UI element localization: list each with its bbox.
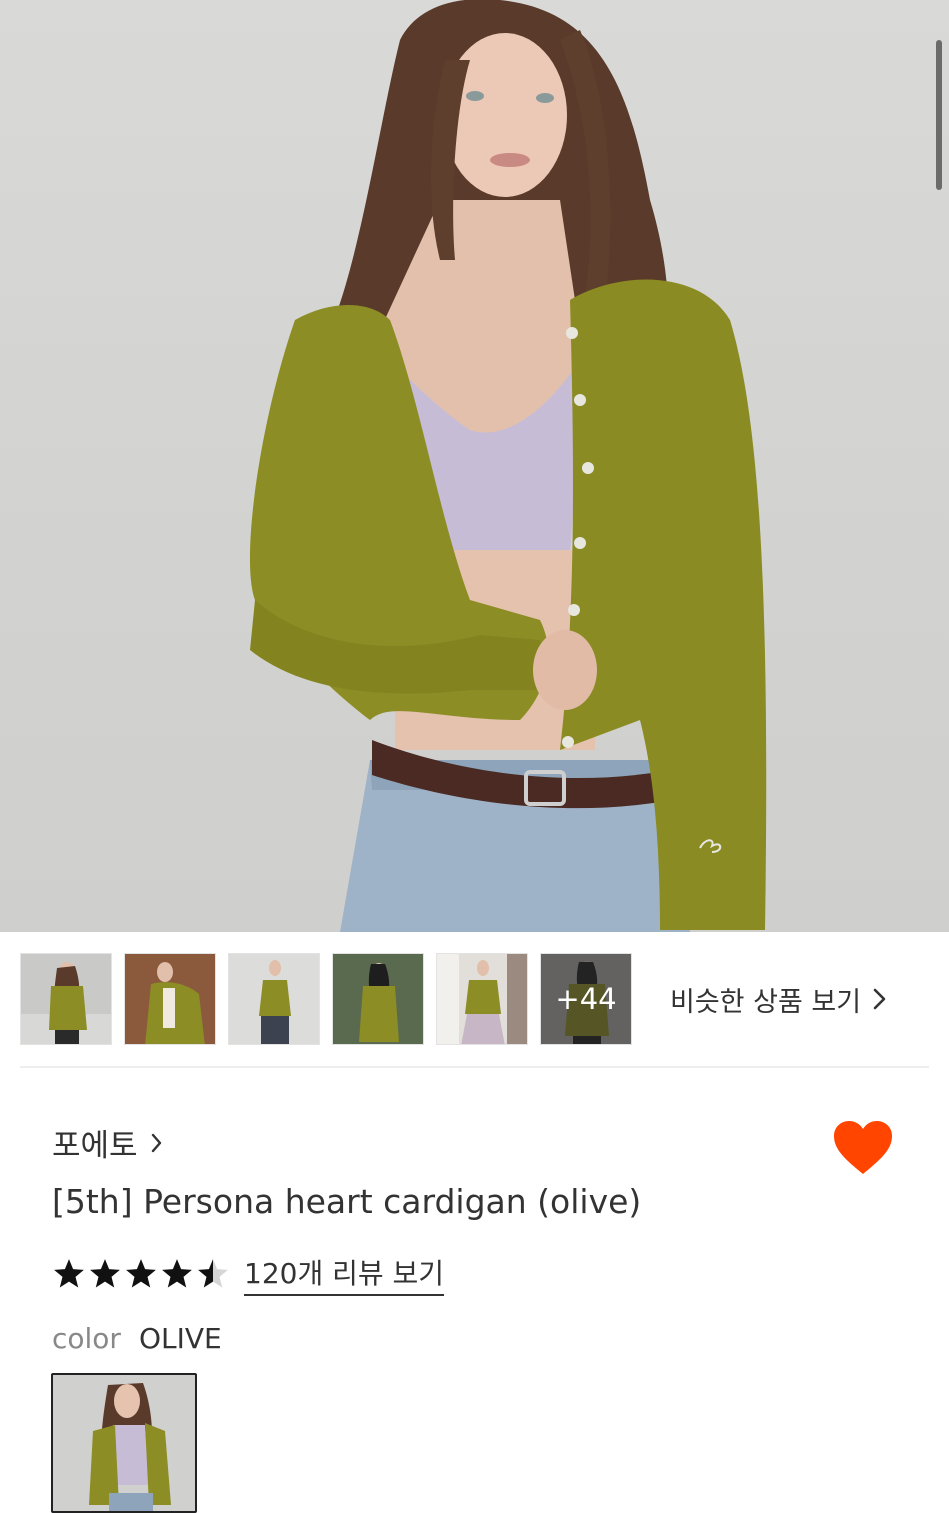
scrollbar[interactable] [936, 40, 942, 190]
heart-icon[interactable] [832, 1120, 894, 1176]
brand-link[interactable]: 포에토 [52, 1120, 164, 1165]
star-rating [52, 1257, 230, 1291]
chevron-right-icon [873, 988, 886, 1010]
model-illustration [249, 0, 767, 932]
star-icon [90, 1259, 120, 1288]
thumbnail-4[interactable] [332, 953, 424, 1045]
color-row: color OLIVE [52, 1322, 222, 1355]
chevron-right-icon [151, 1133, 161, 1152]
main-product-image[interactable] [0, 0, 949, 932]
color-value: OLIVE [138, 1322, 222, 1355]
more-images-count: +44 [541, 954, 631, 1044]
rating-row: 120개 리뷰 보기 [52, 1252, 445, 1296]
star-icon [162, 1259, 192, 1288]
star-icon [54, 1259, 84, 1288]
similar-products-link[interactable]: 비슷한 상품 보기 [670, 953, 889, 1045]
thumbnail-5[interactable] [436, 953, 528, 1045]
similar-products-label: 비슷한 상품 보기 [670, 986, 862, 1018]
thumbnail-3[interactable] [228, 953, 320, 1045]
thumbnail-2[interactable] [124, 953, 216, 1045]
swatch-thumbnail [53, 1375, 195, 1511]
brand-name: 포에토 [52, 1128, 138, 1164]
divider [20, 1066, 929, 1068]
thumbnail-1[interactable] [20, 953, 112, 1045]
thumbnail-6-more[interactable]: +44 [540, 953, 632, 1045]
star-icon [126, 1259, 156, 1288]
product-title: [5th] Persona heart cardigan (olive) [52, 1182, 642, 1221]
star-half-icon [198, 1259, 228, 1288]
reviews-link[interactable]: 120개 리뷰 보기 [244, 1252, 445, 1296]
color-label: color [52, 1322, 121, 1355]
thumbnail-strip: +44 비슷한 상품 보기 [20, 953, 929, 1046]
color-swatch-olive[interactable] [51, 1373, 197, 1513]
